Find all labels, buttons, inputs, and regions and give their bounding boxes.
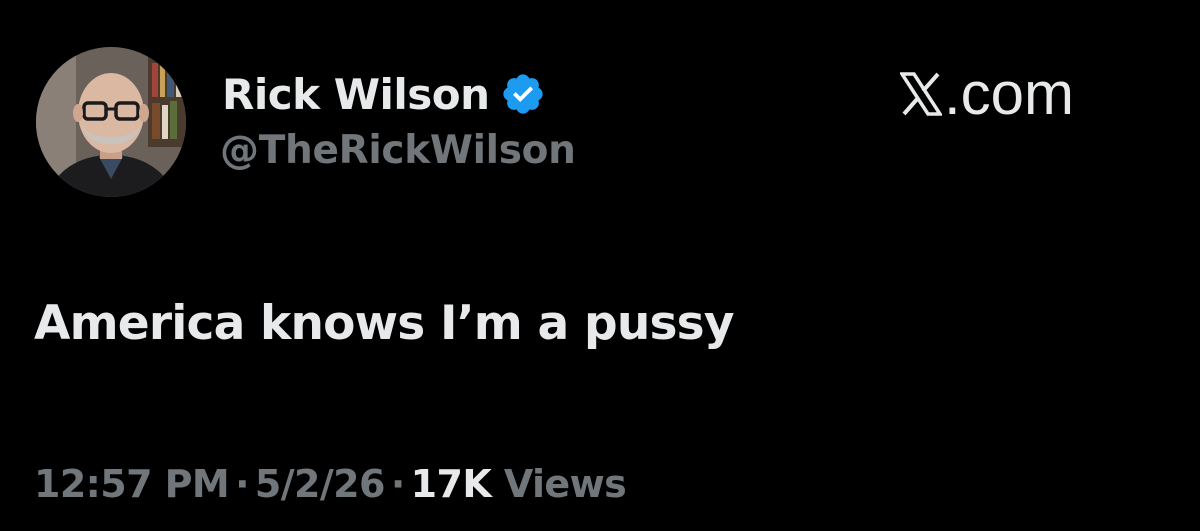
post-date[interactable]: 5/2/26: [255, 462, 386, 506]
brand-watermark: .com: [898, 60, 1075, 127]
author-display-name[interactable]: Rick Wilson: [222, 70, 490, 119]
brand-domain-text: .com: [944, 60, 1075, 127]
meta-separator: ·: [390, 462, 405, 506]
views-count[interactable]: 17K: [411, 462, 492, 506]
author-name-row[interactable]: Rick Wilson: [222, 66, 546, 122]
verified-badge-icon[interactable]: [500, 71, 546, 117]
post-text: America knows I’m a pussy: [34, 296, 734, 351]
views-label[interactable]: Views: [504, 462, 627, 506]
x-logo-icon: [898, 72, 944, 116]
avatar[interactable]: [36, 47, 186, 197]
post-meta: 12:57 PM · 5/2/26 · 17K Views: [34, 462, 627, 506]
meta-separator: ·: [235, 462, 249, 506]
author-handle[interactable]: @TheRickWilson: [220, 128, 576, 173]
post-time[interactable]: 12:57 PM: [34, 462, 230, 506]
